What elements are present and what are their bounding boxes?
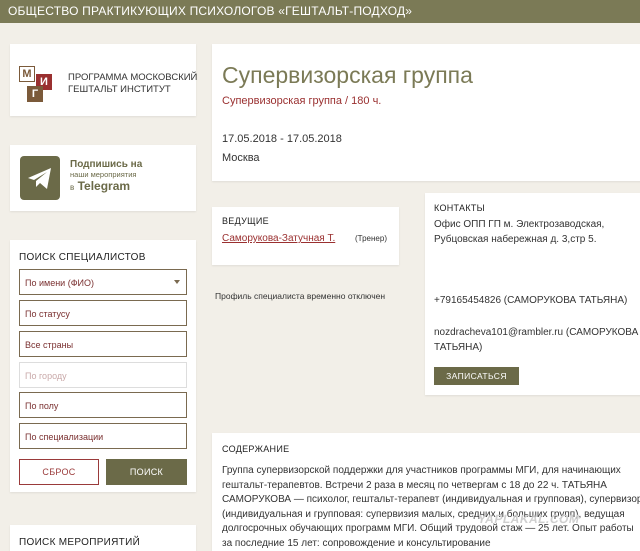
leaders-title: ВЕДУЩИЕ bbox=[222, 216, 269, 226]
mgi-program-label: ПРОГРАММА МОСКОВСКИЙ ГЕШТАЛЬТ ИНСТИТУТ bbox=[68, 72, 198, 95]
site-header: ОБЩЕСТВО ПРАКТИКУЮЩИХ ПСИХОЛОГОВ «ГЕШТАЛ… bbox=[0, 0, 640, 23]
event-subtitle: Супервизорская группа / 180 ч. bbox=[222, 95, 382, 107]
telegram-icon bbox=[20, 156, 60, 200]
status-field[interactable]: По статусу bbox=[19, 300, 187, 326]
contacts-title: КОНТАКТЫ bbox=[434, 203, 485, 213]
city-field[interactable]: По городу bbox=[19, 362, 187, 388]
content-card: СОДЕРЖАНИЕ Группа супервизорской поддерж… bbox=[212, 433, 640, 551]
mgi-letter-g: Г bbox=[27, 86, 43, 102]
leader-role: (Тренер) bbox=[355, 234, 387, 243]
search-button[interactable]: ПОИСК bbox=[106, 459, 187, 485]
country-field-value: Все страны bbox=[25, 340, 74, 350]
name-select-value: По имени (ФИО) bbox=[25, 278, 94, 288]
profile-disabled-note: Профиль специалиста временно отключен bbox=[215, 291, 386, 301]
event-header-card: Супервизорская группа Супервизорская гру… bbox=[212, 44, 640, 181]
mgi-logo-icon: М И Г bbox=[19, 66, 55, 104]
watermark: YAPLAKAL.COM bbox=[476, 512, 582, 526]
chevron-down-icon bbox=[174, 280, 180, 284]
telegram-brand-name: Telegram bbox=[77, 179, 131, 193]
name-select[interactable]: По имени (ФИО) bbox=[19, 269, 187, 295]
leader-name-link[interactable]: Саморукова-Затучная Т. bbox=[222, 233, 335, 244]
telegram-line2: наши мероприятия bbox=[70, 170, 137, 179]
gender-field[interactable]: По полу bbox=[19, 392, 187, 418]
page-title: Супервизорская группа bbox=[222, 62, 473, 88]
mgi-letter-m: М bbox=[19, 66, 35, 82]
contact-address: Офис ОПП ГП м. Электрозаводская, Рубцовс… bbox=[434, 219, 605, 245]
events-search-panel: ПОИСК МЕРОПРИЯТИЙ bbox=[10, 525, 196, 551]
country-field[interactable]: Все страны bbox=[19, 331, 187, 357]
event-dates: 17.05.2018 - 17.05.2018 bbox=[222, 133, 342, 145]
specialization-field-placeholder: По специализации bbox=[25, 432, 104, 442]
content-text: Группа супервизорской поддержки для учас… bbox=[222, 465, 640, 549]
contact-phone[interactable]: +79165454826 (САМОРУКОВА ТАТЬЯНА) bbox=[434, 293, 640, 308]
gender-field-placeholder: По полу bbox=[25, 401, 59, 411]
telegram-text: Подпишись на наши мероприятия в Telegram bbox=[70, 159, 190, 193]
leaders-card: ВЕДУЩИЕ Саморукова-Затучная Т. (Тренер) bbox=[212, 207, 399, 265]
mgi-program-card[interactable]: М И Г ПРОГРАММА МОСКОВСКИЙ ГЕШТАЛЬТ ИНСТ… bbox=[10, 44, 198, 116]
city-field-placeholder: По городу bbox=[25, 371, 67, 381]
specialization-field[interactable]: По специализации bbox=[19, 423, 187, 449]
reset-button[interactable]: СБРОС bbox=[19, 459, 99, 485]
telegram-subscribe-card[interactable]: Подпишись на наши мероприятия в Telegram bbox=[10, 145, 196, 211]
specialist-search-title: ПОИСК СПЕЦИАЛИСТОВ bbox=[19, 252, 146, 263]
specialist-search-panel: ПОИСК СПЕЦИАЛИСТОВ По имени (ФИО) По ста… bbox=[10, 240, 196, 492]
telegram-line1: Подпишись на bbox=[70, 159, 143, 170]
signup-button[interactable]: ЗАПИСАТЬСЯ bbox=[434, 367, 519, 385]
site-title[interactable]: ОБЩЕСТВО ПРАКТИКУЮЩИХ ПСИХОЛОГОВ «ГЕШТАЛ… bbox=[8, 4, 412, 18]
status-field-placeholder: По статусу bbox=[25, 309, 70, 319]
event-city: Москва bbox=[222, 152, 260, 164]
contacts-card: КОНТАКТЫ Офис ОПП ГП м. Электрозаводская… bbox=[425, 193, 640, 395]
contact-email[interactable]: nozdracheva101@rambler.ru (САМОРУКОВА ТА… bbox=[434, 325, 640, 355]
telegram-prefix: в bbox=[70, 183, 75, 192]
content-title: СОДЕРЖАНИЕ bbox=[222, 444, 290, 454]
events-search-title: ПОИСК МЕРОПРИЯТИЙ bbox=[19, 537, 141, 548]
telegram-brand: в Telegram bbox=[70, 179, 190, 193]
